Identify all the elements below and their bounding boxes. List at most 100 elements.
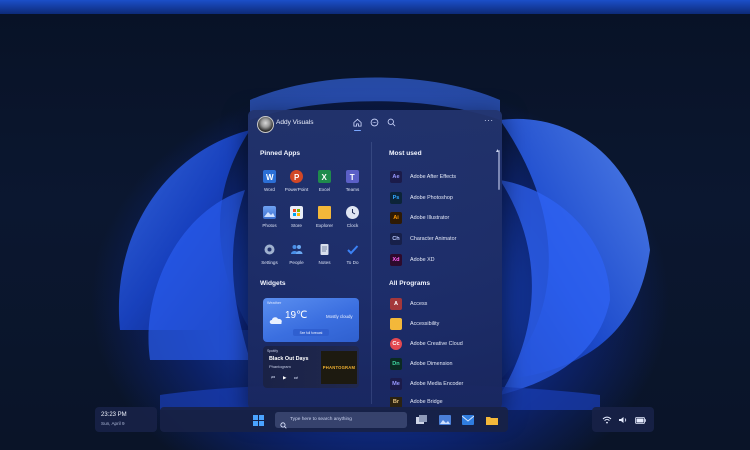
wifi-icon[interactable] bbox=[599, 412, 615, 428]
song-title: Black Out Days bbox=[269, 356, 309, 362]
most-used-item[interactable]: Ai Adobe Illustrator bbox=[390, 211, 449, 225]
pinned-app-clock[interactable]: Clock bbox=[339, 206, 366, 238]
all-programs-title: All Programs bbox=[389, 280, 431, 287]
pinned-app-label: Photos bbox=[262, 223, 277, 228]
pinned-app-powerpoint[interactable]: P PowerPoint bbox=[283, 170, 310, 202]
more-options-button[interactable]: ··· bbox=[484, 116, 494, 125]
creative-cloud-icon: Cc bbox=[390, 338, 402, 350]
character-animator-icon: Ch bbox=[390, 233, 402, 245]
svg-text:X: X bbox=[322, 173, 328, 182]
powerpoint-icon: P bbox=[290, 170, 303, 183]
previous-track-icon[interactable]: ⏮ bbox=[271, 375, 275, 380]
illustrator-icon: Ai bbox=[390, 212, 402, 224]
pinned-app-label: Clock bbox=[346, 223, 359, 228]
music-widget[interactable]: Spotify Black Out Days Phantogram ⏮ ▶ ⏭ … bbox=[263, 346, 359, 388]
weather-header: Weather bbox=[267, 301, 282, 305]
column-divider bbox=[371, 142, 372, 404]
after-effects-icon: Ae bbox=[390, 171, 402, 183]
media-encoder-icon: Me bbox=[390, 378, 402, 390]
home-icon[interactable] bbox=[352, 117, 363, 131]
pinned-app-label: To Do bbox=[346, 260, 359, 265]
checkmark-icon bbox=[346, 243, 359, 256]
program-label: Accessibility bbox=[410, 321, 440, 327]
teams-icon: T bbox=[346, 170, 359, 183]
most-used-label: Adobe Illustrator bbox=[410, 215, 450, 221]
clock-widget[interactable]: 23:23 PM Sun, April 9 bbox=[95, 407, 157, 432]
next-track-icon[interactable]: ⏭ bbox=[294, 375, 298, 380]
search-icon[interactable] bbox=[386, 117, 397, 128]
battery-icon[interactable] bbox=[632, 412, 648, 428]
pinned-app-excel[interactable]: X Excel bbox=[311, 170, 338, 202]
pinned-app-settings[interactable]: Settings bbox=[256, 243, 283, 275]
taskbar-search[interactable]: Type here to search anything bbox=[275, 412, 407, 429]
pinned-app-label: PowerPoint bbox=[284, 187, 309, 192]
pinned-app-explorer[interactable]: Explorer bbox=[311, 206, 338, 238]
program-item[interactable]: A Access bbox=[390, 297, 427, 311]
chat-icon[interactable] bbox=[369, 117, 380, 128]
pinned-app-people[interactable]: People bbox=[283, 243, 310, 275]
scrollbar-thumb[interactable] bbox=[498, 150, 500, 190]
program-item[interactable]: Br Adobe Bridge bbox=[390, 397, 443, 407]
svg-text:T: T bbox=[350, 173, 355, 182]
music-app-name: Spotify bbox=[267, 349, 278, 353]
weather-widget[interactable]: Weather 19℃ Mostly cloudy See full forec… bbox=[263, 298, 359, 342]
windows-start-icon[interactable] bbox=[250, 412, 266, 428]
pinned-app-store[interactable]: Store bbox=[283, 206, 310, 238]
program-label: Access bbox=[410, 301, 428, 307]
user-name[interactable]: Addy Visuals bbox=[276, 119, 313, 126]
folder-icon bbox=[318, 206, 331, 219]
program-label: Adobe Creative Cloud bbox=[410, 341, 463, 347]
pinned-app-todo[interactable]: To Do bbox=[339, 243, 366, 275]
clock-date: Sun, April 9 bbox=[101, 421, 125, 426]
file-explorer-icon[interactable] bbox=[484, 412, 500, 428]
most-used-label: Adobe XD bbox=[410, 257, 435, 263]
pinned-app-label: Settings bbox=[261, 260, 278, 265]
task-view-icon[interactable] bbox=[414, 412, 430, 428]
pinned-apps-title: Pinned Apps bbox=[260, 150, 301, 157]
most-used-label: Adobe Photoshop bbox=[410, 195, 453, 201]
program-item[interactable]: Accessibility bbox=[390, 317, 439, 331]
pinned-app-label: Store bbox=[291, 223, 302, 228]
pinned-app-notes[interactable]: Notes bbox=[311, 243, 338, 275]
most-used-item[interactable]: Ch Character Animator bbox=[390, 232, 456, 246]
program-item[interactable]: Dn Adobe Dimension bbox=[390, 357, 453, 371]
search-icon bbox=[280, 416, 287, 434]
photos-icon[interactable] bbox=[437, 412, 453, 428]
weather-temperature: 19℃ bbox=[285, 310, 308, 321]
dimension-icon: Dn bbox=[390, 358, 402, 370]
pinned-app-label: Explorer bbox=[315, 223, 334, 228]
cloud-icon bbox=[269, 312, 283, 330]
pinned-app-label: Excel bbox=[318, 187, 331, 192]
most-used-item[interactable]: Xd Adobe XD bbox=[390, 253, 435, 267]
folder-icon bbox=[390, 318, 402, 330]
gear-icon bbox=[263, 243, 276, 256]
mail-icon[interactable] bbox=[460, 412, 476, 428]
start-header: Addy Visuals ··· bbox=[248, 110, 502, 138]
play-icon[interactable]: ▶ bbox=[283, 375, 286, 381]
most-used-item[interactable]: Ae Adobe After Effects bbox=[390, 170, 456, 184]
most-used-label: Character Animator bbox=[410, 236, 457, 242]
volume-icon[interactable] bbox=[615, 412, 631, 428]
people-icon bbox=[290, 243, 303, 256]
clock-time: 23:23 PM bbox=[101, 412, 127, 418]
program-item[interactable]: Me Adobe Media Encoder bbox=[390, 377, 463, 391]
program-label: Adobe Bridge bbox=[410, 399, 443, 405]
most-used-item[interactable]: Ps Adobe Photoshop bbox=[390, 191, 453, 205]
program-item[interactable]: Cc Adobe Creative Cloud bbox=[390, 337, 463, 351]
most-used-label: Adobe After Effects bbox=[410, 174, 457, 180]
pinned-app-label: People bbox=[289, 260, 304, 265]
avatar[interactable] bbox=[257, 116, 274, 133]
full-forecast-button[interactable]: See full forecast bbox=[293, 329, 329, 336]
most-used-title: Most used bbox=[389, 150, 422, 157]
bridge-icon: Br bbox=[390, 397, 402, 407]
widgets-title: Widgets bbox=[260, 280, 286, 287]
excel-icon: X bbox=[318, 170, 331, 183]
pinned-app-teams[interactable]: T Teams bbox=[339, 170, 366, 202]
access-icon: A bbox=[390, 298, 402, 310]
xd-icon: Xd bbox=[390, 254, 402, 266]
pinned-app-word[interactable]: W Word bbox=[256, 170, 283, 202]
svg-text:W: W bbox=[266, 173, 274, 182]
pinned-app-photos[interactable]: Photos bbox=[256, 206, 283, 238]
photos-icon bbox=[263, 206, 276, 219]
desktop: Addy Visuals ··· Pinned Apps W Word P Po… bbox=[0, 0, 750, 450]
